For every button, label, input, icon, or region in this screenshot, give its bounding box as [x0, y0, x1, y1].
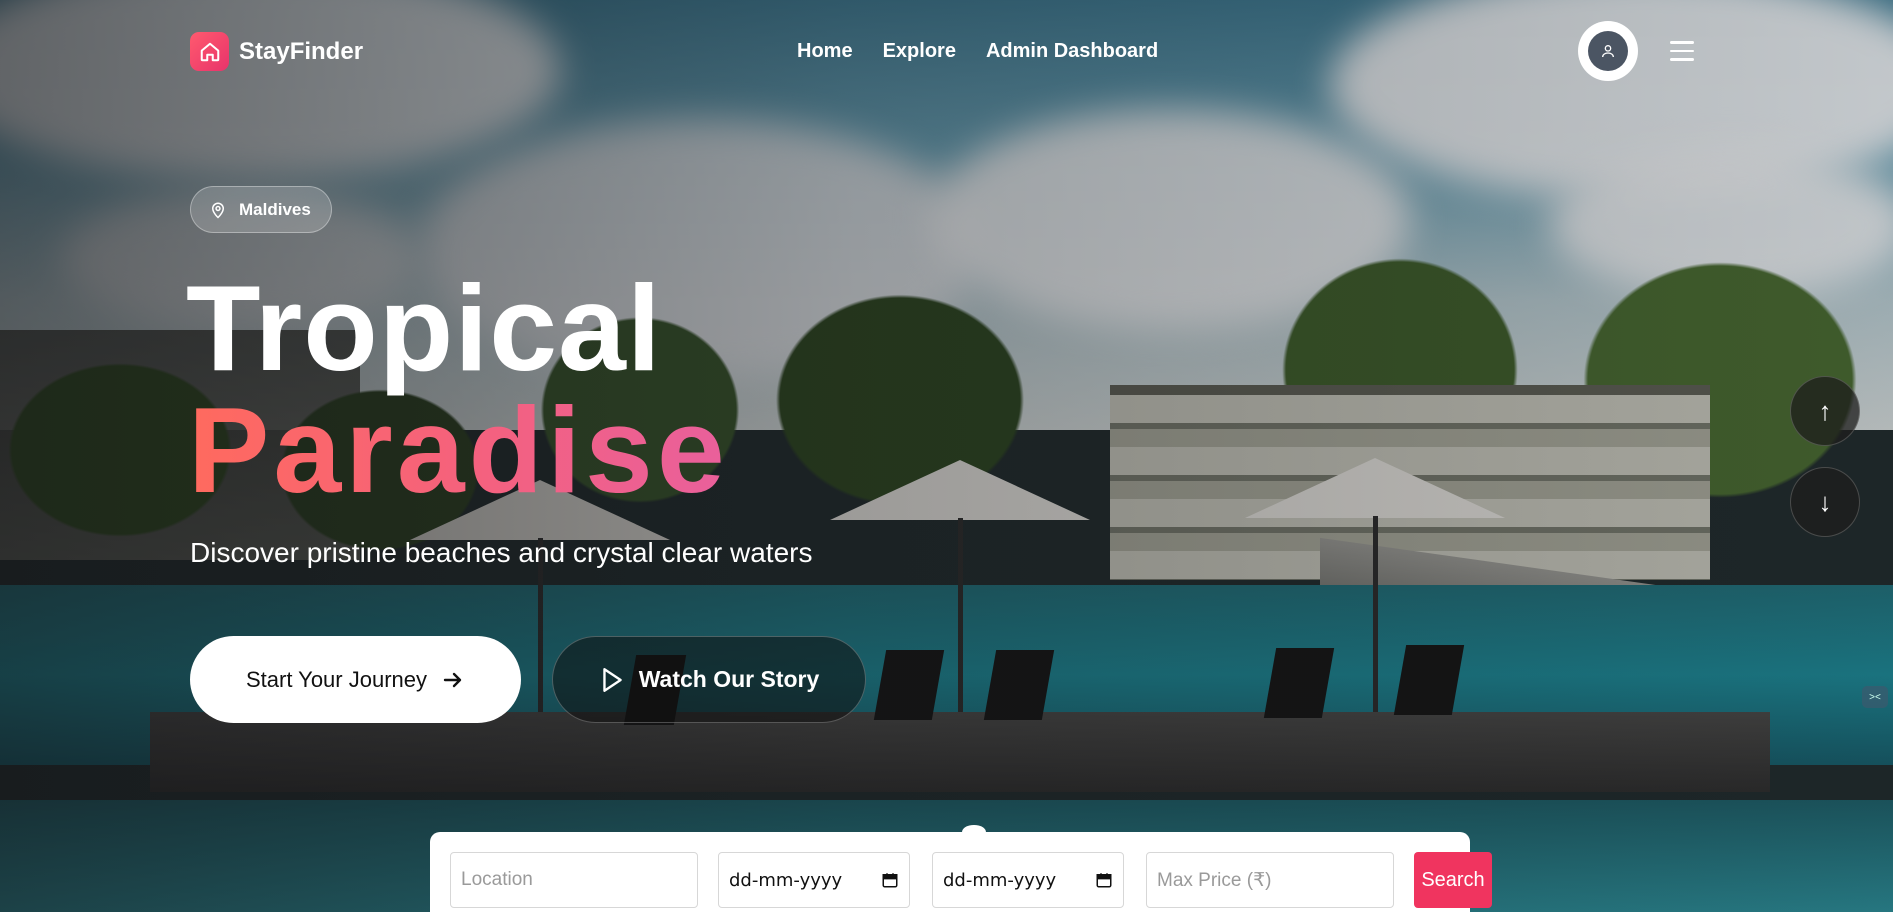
nav-links: Home Explore Admin Dashboard	[797, 40, 1158, 63]
map-pin-icon	[211, 202, 225, 219]
max-price-input[interactable]: Max Price (₹)	[1146, 852, 1394, 908]
location-input[interactable]: Location	[450, 852, 698, 908]
calendar-icon[interactable]	[881, 871, 899, 889]
user-avatar-button[interactable]	[1578, 21, 1638, 81]
start-journey-label: Start Your Journey	[245, 666, 427, 692]
user-icon	[1602, 45, 1614, 58]
checkout-value: dd-mm-yyyy	[943, 869, 1057, 891]
hero-title-line2: Paradise	[188, 382, 729, 518]
navbar: StayFinder Home Explore Admin Dashboard	[0, 0, 1893, 100]
play-icon	[602, 667, 622, 692]
search-card: Location dd-mm-yyyy dd-mm-yyyy Max Price…	[430, 825, 1492, 912]
checkout-date-input[interactable]: dd-mm-yyyy	[932, 852, 1124, 908]
brand-name: StayFinder	[239, 37, 364, 65]
checkin-date-input[interactable]: dd-mm-yyyy	[718, 852, 910, 908]
location-label: Maldives	[239, 199, 311, 219]
location-badge: Maldives	[190, 186, 332, 233]
brand[interactable]: StayFinder	[190, 32, 363, 71]
max-price-placeholder: Max Price (₹)	[1157, 869, 1272, 891]
hamburger-menu-icon[interactable]	[1670, 36, 1700, 66]
start-journey-button[interactable]: Start Your Journey	[190, 636, 521, 723]
scroll-down-button[interactable]: ↓	[1790, 467, 1860, 537]
checkin-value: dd-mm-yyyy	[729, 869, 843, 891]
hero-title-line1: Tropical	[186, 260, 662, 396]
hero-subtitle: Discover pristine beaches and crystal cl…	[190, 537, 813, 568]
location-placeholder: Location	[461, 869, 533, 890]
arrow-down-icon: ↓	[1818, 486, 1832, 517]
arrow-up-icon: ↑	[1818, 395, 1832, 426]
nav-link-explore[interactable]: Explore	[883, 40, 956, 63]
avatar	[1588, 31, 1628, 71]
arrow-right-icon	[443, 672, 462, 687]
watch-story-label: Watch Our Story	[638, 666, 820, 692]
home-icon	[190, 32, 229, 71]
nav-link-admin-dashboard[interactable]: Admin Dashboard	[986, 40, 1158, 63]
expand-icon[interactable]: ><	[1862, 686, 1888, 708]
scroll-up-button[interactable]: ↑	[1790, 376, 1860, 446]
nav-link-home[interactable]: Home	[797, 40, 853, 63]
calendar-icon[interactable]	[1095, 871, 1113, 889]
search-button[interactable]: Search	[1414, 852, 1492, 908]
watch-story-button[interactable]: Watch Our Story	[552, 636, 866, 723]
